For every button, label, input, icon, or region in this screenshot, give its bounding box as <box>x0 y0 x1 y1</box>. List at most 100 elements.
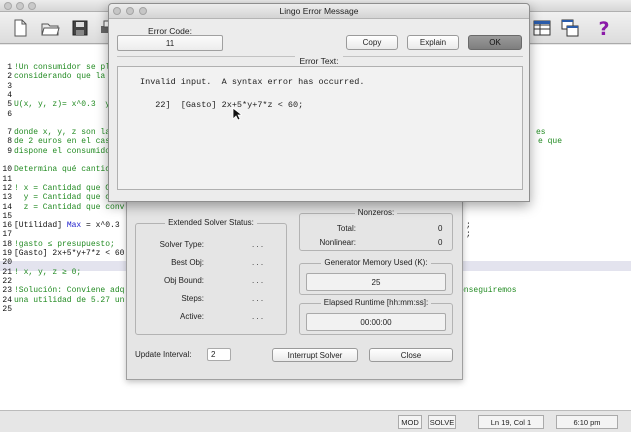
line-number: 9 <box>7 146 12 156</box>
help-icon[interactable]: ? <box>592 16 616 40</box>
line-number: 20 <box>2 258 12 268</box>
keyword-max: Max <box>66 221 82 231</box>
nonzeros-total-value: 0 <box>438 224 443 233</box>
active-value: . . . <box>252 312 264 321</box>
steps-label: Steps: <box>181 294 204 303</box>
cursor-position: Ln 19, Col 1 <box>478 415 544 429</box>
code-line[interactable]: [Utilidad] Max = x^0.3 <box>14 221 120 230</box>
dialog-title: Lingo Error Message <box>279 6 359 16</box>
elapsed-runtime-value: 00:00:00 <box>306 313 446 331</box>
mode-indicator: MOD <box>398 415 422 429</box>
code-line[interactable]: [Gasto] 2x+5*y+7*z < 60 <box>14 249 124 258</box>
window-cascade-icon[interactable] <box>558 16 582 40</box>
open-file-icon[interactable] <box>38 16 62 40</box>
svg-text:?: ? <box>598 18 609 38</box>
code-line-fragment[interactable]: es <box>536 128 546 137</box>
code-line[interactable]: U(x, y, z)= x^0.3 y <box>14 100 110 109</box>
nonzeros-group: Nonzeros: Total: 0 Nonlinear: 0 <box>299 208 453 251</box>
solver-type-value: . . . <box>252 240 264 249</box>
code-line[interactable]: !Un consumidor se pl <box>14 63 110 72</box>
code-line[interactable]: dispone el consumido <box>14 147 110 156</box>
clock: 6:10 pm <box>556 415 618 429</box>
error-text-area: Invalid input. A syntax error has occurr… <box>117 66 523 190</box>
code-line-fragment[interactable]: onseguiremos <box>459 286 517 295</box>
steps-value: . . . <box>252 294 264 303</box>
code-line[interactable]: ! x = Cantidad que C <box>14 184 110 193</box>
line-number: 19 <box>2 249 12 258</box>
generator-memory-value: 25 <box>306 273 446 291</box>
code-line[interactable]: !Solución: Conviene adq <box>14 286 124 295</box>
line-number: 12 <box>2 183 12 193</box>
line-number: 22 <box>2 276 12 286</box>
generator-memory-title: Generator Memory Used (K): <box>321 258 431 267</box>
code-line[interactable]: considerando que la <box>14 72 105 81</box>
code-line[interactable]: ! x, y, z ≥ 0; <box>14 268 81 277</box>
ok-button[interactable]: OK <box>468 35 522 50</box>
close-button[interactable]: Close <box>369 348 453 362</box>
dialog-minimize-button[interactable] <box>126 7 134 15</box>
error-code-value: 11 <box>117 35 223 51</box>
update-interval-input[interactable]: 2 <box>207 348 231 361</box>
solver-status-window: Extended Solver Status: Solver Type: . .… <box>126 190 463 380</box>
best-obj-value: . . . <box>252 258 264 267</box>
new-file-icon[interactable] <box>8 16 32 40</box>
extended-solver-status-group: Extended Solver Status: Solver Type: . .… <box>135 218 287 335</box>
elapsed-runtime-group: Elapsed Runtime [hh:mm:ss]: 00:00:00 <box>299 298 453 335</box>
zoom-window-button[interactable] <box>28 2 36 10</box>
solve-indicator: SOLVE <box>428 415 456 429</box>
code-line[interactable]: donde x, y, z son la <box>14 128 110 137</box>
line-number: 7 <box>7 128 12 138</box>
code-line-fragment[interactable]: ; <box>466 230 471 239</box>
status-bar: MOD SOLVE Ln 19, Col 1 6:10 pm <box>0 410 631 432</box>
mouse-cursor-icon <box>232 107 242 121</box>
line-number: 14 <box>2 202 12 212</box>
nonzeros-title: Nonzeros: <box>354 208 398 217</box>
error-message: Invalid input. A syntax error has occurr… <box>140 77 365 87</box>
line-number: 13 <box>2 193 12 203</box>
extended-solver-status-title: Extended Solver Status: <box>165 218 257 227</box>
dialog-close-button[interactable] <box>113 7 121 15</box>
line-number: 8 <box>7 137 12 147</box>
line-number: 18 <box>2 239 12 249</box>
code-line[interactable]: de 2 euros en el cas <box>14 137 110 146</box>
dialog-zoom-button[interactable] <box>139 7 147 15</box>
code-line-fragment[interactable]: e que <box>538 137 562 146</box>
active-label: Active: <box>179 312 204 321</box>
solver-type-label: Solver Type: <box>159 240 204 249</box>
code-line[interactable]: !gasto ≤ presupuesto; <box>14 240 115 249</box>
copy-button[interactable]: Copy <box>346 35 398 50</box>
minimize-window-button[interactable] <box>16 2 24 10</box>
line-number: 2 <box>7 72 12 82</box>
error-line: 22] [Gasto] 2x+5*y+7*z < 60; <box>140 100 304 110</box>
update-interval-label: Update Interval: <box>135 350 192 359</box>
line-number: 10 <box>2 165 12 175</box>
line-number: 3 <box>7 81 12 91</box>
line-number: 23 <box>2 286 12 296</box>
best-obj-label: Best Obj: <box>171 258 204 267</box>
line-number: 21 <box>2 267 12 277</box>
line-number: 6 <box>7 109 12 119</box>
nonzeros-nonlinear-label: Nonlinear: <box>319 238 356 247</box>
line-number: 11 <box>2 174 12 184</box>
elapsed-runtime-title: Elapsed Runtime [hh:mm:ss]: <box>320 298 432 307</box>
code-line[interactable]: Determina qué cantic <box>14 165 110 174</box>
error-text-label-wrap: Error Text: <box>109 56 529 66</box>
save-icon[interactable] <box>68 16 92 40</box>
close-window-button[interactable] <box>4 2 12 10</box>
code-line[interactable]: una utilidad de 5.27 un <box>14 296 124 305</box>
line-number: 1 <box>7 63 12 72</box>
line-number: 5 <box>7 100 12 110</box>
code-line[interactable]: z = Cantidad que conv <box>14 203 125 212</box>
line-number: 4 <box>7 90 12 100</box>
code-line-fragment[interactable]: ; <box>466 221 471 230</box>
obj-bound-label: Obj Bound: <box>163 276 204 285</box>
error-dialog: Lingo Error Message Error Code: 11 Copy … <box>108 3 530 202</box>
window-grid-icon[interactable] <box>530 16 554 40</box>
dialog-titlebar: Lingo Error Message <box>109 4 529 19</box>
generator-memory-group: Generator Memory Used (K): 25 <box>299 258 453 295</box>
interrupt-solver-button[interactable]: Interrupt Solver <box>272 348 358 362</box>
line-number: 25 <box>2 304 12 314</box>
line-number: 24 <box>2 295 12 305</box>
explain-button[interactable]: Explain <box>407 35 459 50</box>
nonzeros-nonlinear-value: 0 <box>438 238 443 247</box>
